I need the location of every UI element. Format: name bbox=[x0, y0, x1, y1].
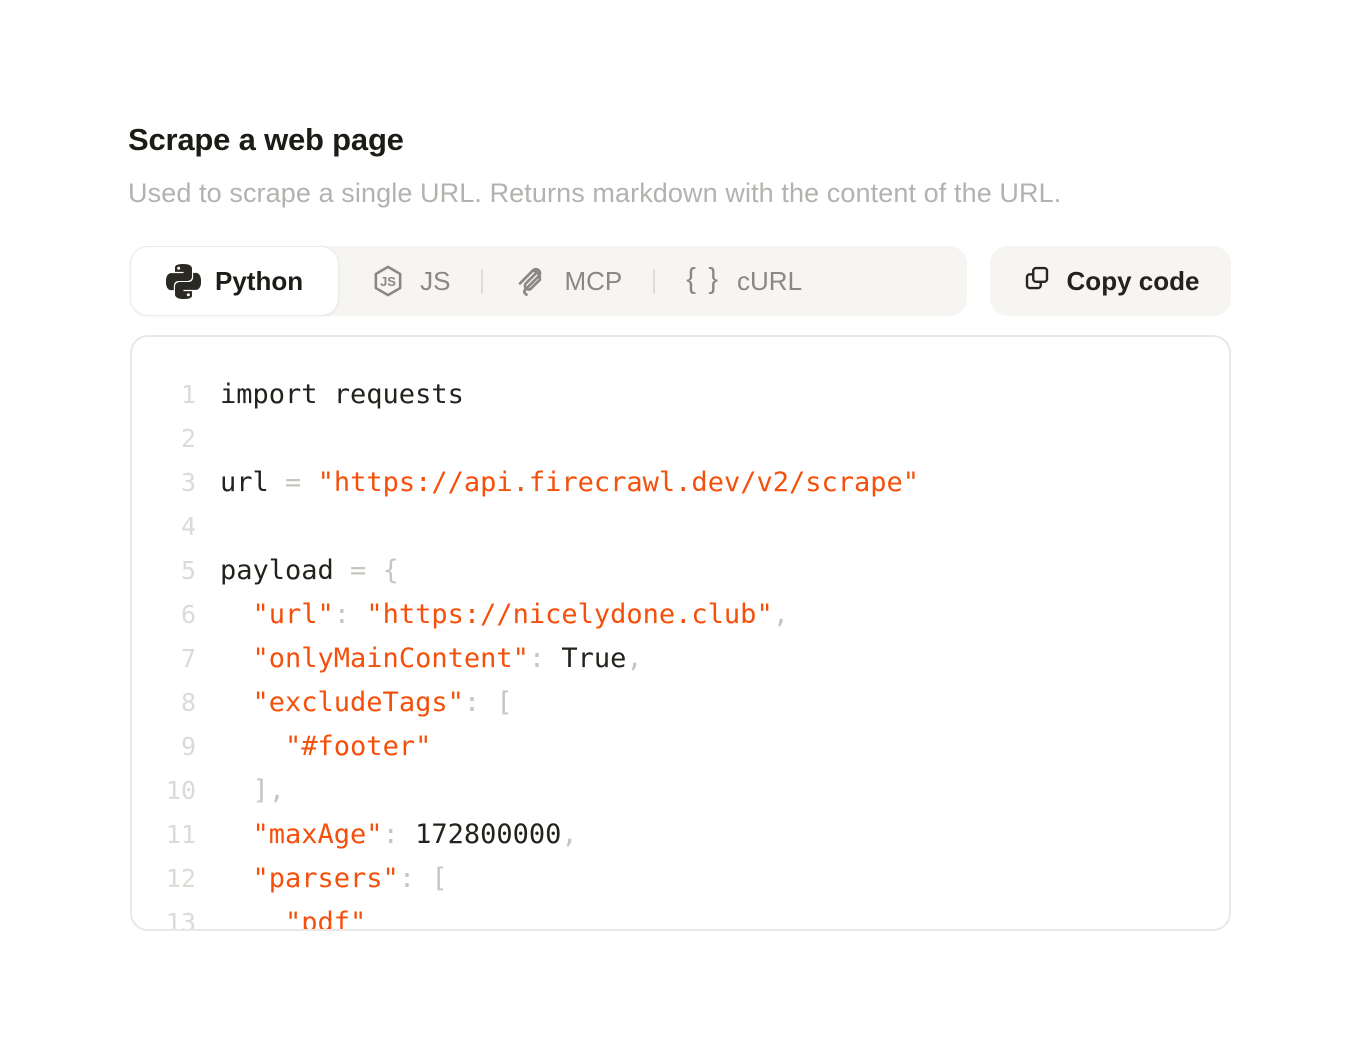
tab-mcp-label: MCP bbox=[564, 266, 622, 297]
code-text: payload = { bbox=[220, 549, 399, 593]
python-icon bbox=[166, 264, 201, 299]
code-line: 6 "url": "https://nicelydone.club", bbox=[132, 593, 1229, 637]
svg-text:JS: JS bbox=[380, 274, 396, 289]
code-line: 12 "parsers": [ bbox=[132, 857, 1229, 901]
code-line: 3 url = "https://api.firecrawl.dev/v2/scr… bbox=[132, 461, 1229, 505]
line-number: 11 bbox=[132, 813, 196, 857]
code-line: 11 "maxAge": 172800000, bbox=[132, 813, 1229, 857]
code-line: 2 bbox=[132, 417, 1229, 461]
page-title: Scrape a web page bbox=[128, 122, 404, 158]
code-line: 4 bbox=[132, 505, 1229, 549]
tab-python[interactable]: Python bbox=[130, 246, 339, 316]
code-lines: 1 import requests 23 url = "https://api.fir… bbox=[132, 337, 1229, 931]
code-text: ], bbox=[220, 769, 285, 813]
line-number: 8 bbox=[132, 681, 196, 725]
tab-js-label: JS bbox=[420, 266, 450, 297]
line-number: 3 bbox=[132, 461, 196, 505]
line-number: 5 bbox=[132, 549, 196, 593]
code-text: "excludeTags": [ bbox=[220, 681, 513, 725]
copy-icon bbox=[1022, 263, 1052, 300]
nodejs-icon: JS bbox=[370, 263, 406, 299]
copy-code-label: Copy code bbox=[1067, 266, 1200, 297]
code-text: "onlyMainContent": True, bbox=[220, 637, 643, 681]
code-line: 1 import requests bbox=[132, 373, 1229, 417]
code-text: "maxAge": 172800000, bbox=[220, 813, 578, 857]
line-number: 1 bbox=[132, 373, 196, 417]
code-line: 13 "pdf" bbox=[132, 901, 1229, 931]
line-number: 12 bbox=[132, 857, 196, 901]
tab-js[interactable]: JS JS bbox=[339, 246, 481, 316]
line-number: 4 bbox=[132, 505, 196, 549]
tab-mcp[interactable]: MCP bbox=[483, 246, 653, 316]
line-number: 2 bbox=[132, 417, 196, 461]
toolbar: Python JS JS MCP { bbox=[130, 246, 1231, 316]
tab-python-label: Python bbox=[215, 266, 303, 297]
tab-curl[interactable]: { } cURL bbox=[655, 246, 833, 316]
code-text: "pdf" bbox=[220, 901, 366, 931]
line-number: 9 bbox=[132, 725, 196, 769]
line-number: 13 bbox=[132, 901, 196, 931]
curl-braces-icon: { } bbox=[686, 263, 723, 296]
page-subtitle: Used to scrape a single URL. Returns mar… bbox=[128, 178, 1061, 209]
code-text: url = "https://api.firecrawl.dev/v2/scra… bbox=[220, 461, 919, 505]
code-line: 9 "#footer" bbox=[132, 725, 1229, 769]
code-line: 8 "excludeTags": [ bbox=[132, 681, 1229, 725]
code-line: 10 ], bbox=[132, 769, 1229, 813]
code-text: "#footer" bbox=[220, 725, 431, 769]
line-number: 6 bbox=[132, 593, 196, 637]
copy-code-button[interactable]: Copy code bbox=[990, 246, 1231, 316]
mcp-icon bbox=[514, 263, 550, 299]
code-line: 5 payload = { bbox=[132, 549, 1229, 593]
code-text: "url": "https://nicelydone.club", bbox=[220, 593, 789, 637]
tab-curl-label: cURL bbox=[737, 266, 802, 297]
code-text: "parsers": [ bbox=[220, 857, 448, 901]
line-number: 7 bbox=[132, 637, 196, 681]
code-line: 7 "onlyMainContent": True, bbox=[132, 637, 1229, 681]
language-tab-bar: Python JS JS MCP { bbox=[130, 246, 967, 316]
code-text: import requests bbox=[220, 373, 464, 417]
line-number: 10 bbox=[132, 769, 196, 813]
code-block: 1 import requests 23 url = "https://api.fir… bbox=[130, 335, 1231, 931]
